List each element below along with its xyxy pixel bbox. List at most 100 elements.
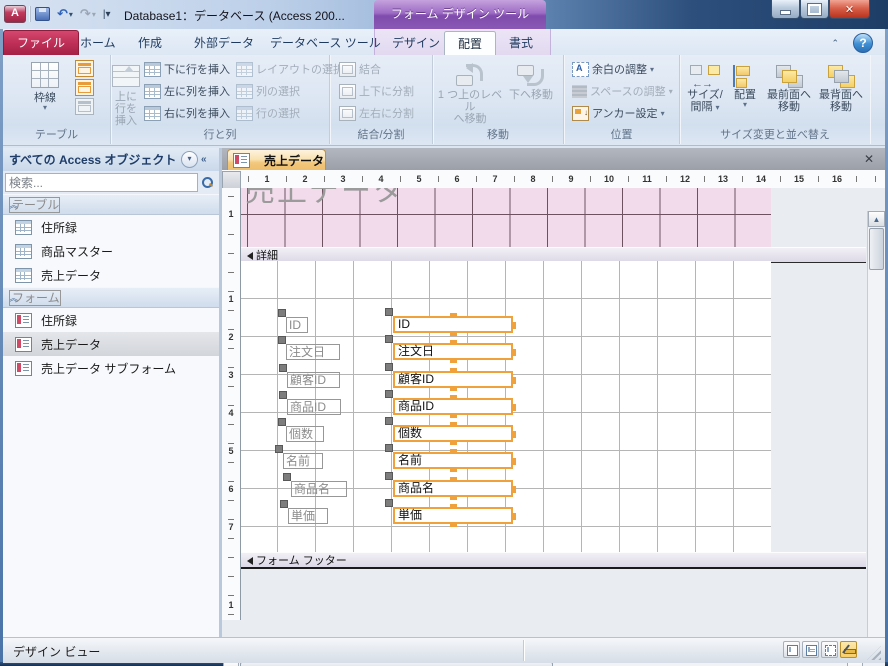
field-label[interactable]: 商品ID	[279, 391, 341, 415]
merge-button[interactable]: 結合	[336, 58, 438, 80]
access-logo-icon[interactable]: A	[4, 5, 26, 23]
adjust-spacing-button[interactable]: スペースの調整 ▾	[569, 80, 684, 102]
help-button[interactable]: ?	[853, 33, 873, 53]
field-textbox[interactable]: 商品ID	[385, 390, 516, 418]
design-view-button[interactable]	[840, 641, 857, 658]
gridlines-button[interactable]: 枠線 ▾	[19, 57, 71, 127]
nav-item[interactable]: 売上データ	[3, 263, 219, 287]
form-view-button[interactable]	[783, 641, 800, 658]
resize-handle[interactable]	[450, 441, 457, 445]
resize-handle[interactable]	[450, 313, 457, 317]
adjust-margins-button[interactable]: 余白の調整▾	[569, 58, 684, 80]
remove-layout-button[interactable]	[75, 98, 94, 115]
search-icon[interactable]	[200, 175, 215, 190]
insert-above-button[interactable]: 上に行を 挿入	[111, 57, 141, 127]
split-horizontal-button[interactable]: 左右に分割	[336, 102, 438, 124]
nav-section-header[interactable]: テーブル ︽	[3, 194, 219, 215]
detail-section[interactable]: ID ID 注文日 注文日 顧客ID 顧客ID 商品ID 商品ID 個数 個数 名前 名前 商品名 商品名…	[240, 261, 771, 552]
field-textbox[interactable]: 顧客ID	[385, 363, 516, 391]
field-label[interactable]: 注文日	[278, 336, 340, 360]
insert-right-button[interactable]: 右に列を挿入	[141, 102, 233, 124]
resize-handle[interactable]	[450, 504, 457, 508]
move-handle[interactable]	[385, 417, 393, 425]
field-label[interactable]: 名前	[275, 445, 323, 469]
shutter-bar-icon[interactable]: «	[201, 152, 215, 167]
resize-grip[interactable]	[867, 646, 881, 660]
nav-item[interactable]: 売上データ サブフォーム	[3, 356, 219, 380]
resize-handle[interactable]	[450, 422, 457, 426]
form-header-section[interactable]: 売上データ	[240, 188, 771, 247]
resize-handle[interactable]	[450, 523, 457, 527]
resize-handle[interactable]	[450, 332, 457, 336]
move-down-button[interactable]: 下へ移動	[503, 57, 559, 127]
stacked-layout-button[interactable]	[75, 60, 94, 77]
search-input[interactable]: 検索...	[5, 173, 198, 192]
layout-view-button[interactable]	[821, 641, 838, 658]
split-vertical-button[interactable]: 上下に分割	[336, 80, 438, 102]
field-textbox[interactable]: 単価	[385, 499, 516, 527]
nav-item[interactable]: 住所録	[3, 215, 219, 239]
field-textbox[interactable]: 名前	[385, 444, 516, 472]
resize-handle[interactable]	[512, 512, 516, 520]
vertical-scrollbar[interactable]: ▲ ▼	[867, 211, 885, 666]
redo-button[interactable]: ↷ ▾	[78, 5, 98, 23]
move-handle[interactable]	[283, 473, 291, 481]
move-handle[interactable]	[385, 363, 393, 371]
document-close-icon[interactable]: ✕	[861, 151, 877, 167]
resize-handle[interactable]	[512, 348, 516, 356]
resize-handle[interactable]	[512, 321, 516, 329]
resize-handle[interactable]	[450, 368, 457, 372]
field-textbox[interactable]: ID	[385, 308, 516, 336]
move-handle[interactable]	[278, 418, 286, 426]
save-button[interactable]	[33, 5, 52, 23]
nav-item[interactable]: 売上データ	[3, 332, 219, 356]
move-handle[interactable]	[385, 308, 393, 316]
insert-left-button[interactable]: 左に列を挿入	[141, 80, 233, 102]
move-handle[interactable]	[279, 364, 287, 372]
resize-handle[interactable]	[450, 468, 457, 472]
move-handle[interactable]	[279, 391, 287, 399]
align-button[interactable]: 配置 ▾	[727, 57, 763, 127]
nav-item[interactable]: 商品マスター	[3, 239, 219, 263]
field-textbox[interactable]: 商品名	[385, 472, 516, 500]
size-spacing-button[interactable]: ←→ サイズ/間隔 ▾	[683, 57, 727, 127]
field-textbox[interactable]: 注文日	[385, 335, 516, 363]
field-label[interactable]: 単価	[280, 500, 328, 524]
tab-database-tools[interactable]: データベース ツール	[257, 31, 394, 55]
move-handle[interactable]	[278, 336, 286, 344]
datasheet-view-button[interactable]	[802, 641, 819, 658]
anchor-settings-button[interactable]: アンカー設定▾	[569, 102, 684, 124]
move-handle[interactable]	[275, 445, 283, 453]
form-footer-section-bar[interactable]: フォーム フッター	[240, 552, 866, 569]
resize-handle[interactable]	[512, 376, 516, 384]
move-handle[interactable]	[385, 444, 393, 452]
move-handle[interactable]	[385, 472, 393, 480]
field-label[interactable]: 顧客ID	[279, 364, 340, 388]
resize-handle[interactable]	[512, 403, 516, 411]
field-label[interactable]: 商品名	[283, 473, 347, 497]
resize-handle[interactable]	[450, 477, 457, 481]
nav-item[interactable]: 住所録	[3, 308, 219, 332]
tab-format[interactable]: 書式	[496, 31, 546, 55]
resize-handle[interactable]	[512, 430, 516, 438]
document-tab[interactable]: 売上データ	[227, 149, 326, 171]
minimize-button[interactable]	[771, 0, 800, 19]
send-to-back-button[interactable]: 最背面へ 移動	[815, 57, 867, 127]
undo-button[interactable]: ↶ ▾	[55, 5, 75, 23]
ruler-corner[interactable]	[222, 171, 241, 189]
move-handle[interactable]	[280, 500, 288, 508]
field-label[interactable]: 個数	[278, 418, 324, 442]
bring-to-front-button[interactable]: 最前面へ 移動	[763, 57, 815, 127]
nav-pane-header[interactable]: すべての Access オブジェクト ▾ «	[3, 148, 219, 172]
resize-handle[interactable]	[450, 414, 457, 418]
resize-handle[interactable]	[450, 395, 457, 399]
nav-section-header[interactable]: フォーム ︽	[3, 287, 219, 308]
move-handle[interactable]	[385, 335, 393, 343]
resize-handle[interactable]	[512, 485, 516, 493]
move-up-level-button[interactable]: 1 つ上のレベル へ移動	[437, 57, 503, 127]
insert-below-button[interactable]: 下に行を挿入	[141, 58, 233, 80]
field-textbox[interactable]: 個数	[385, 417, 516, 445]
tab-home[interactable]: ホーム	[67, 31, 129, 55]
tab-create[interactable]: 作成	[125, 31, 175, 55]
resize-handle[interactable]	[450, 359, 457, 363]
